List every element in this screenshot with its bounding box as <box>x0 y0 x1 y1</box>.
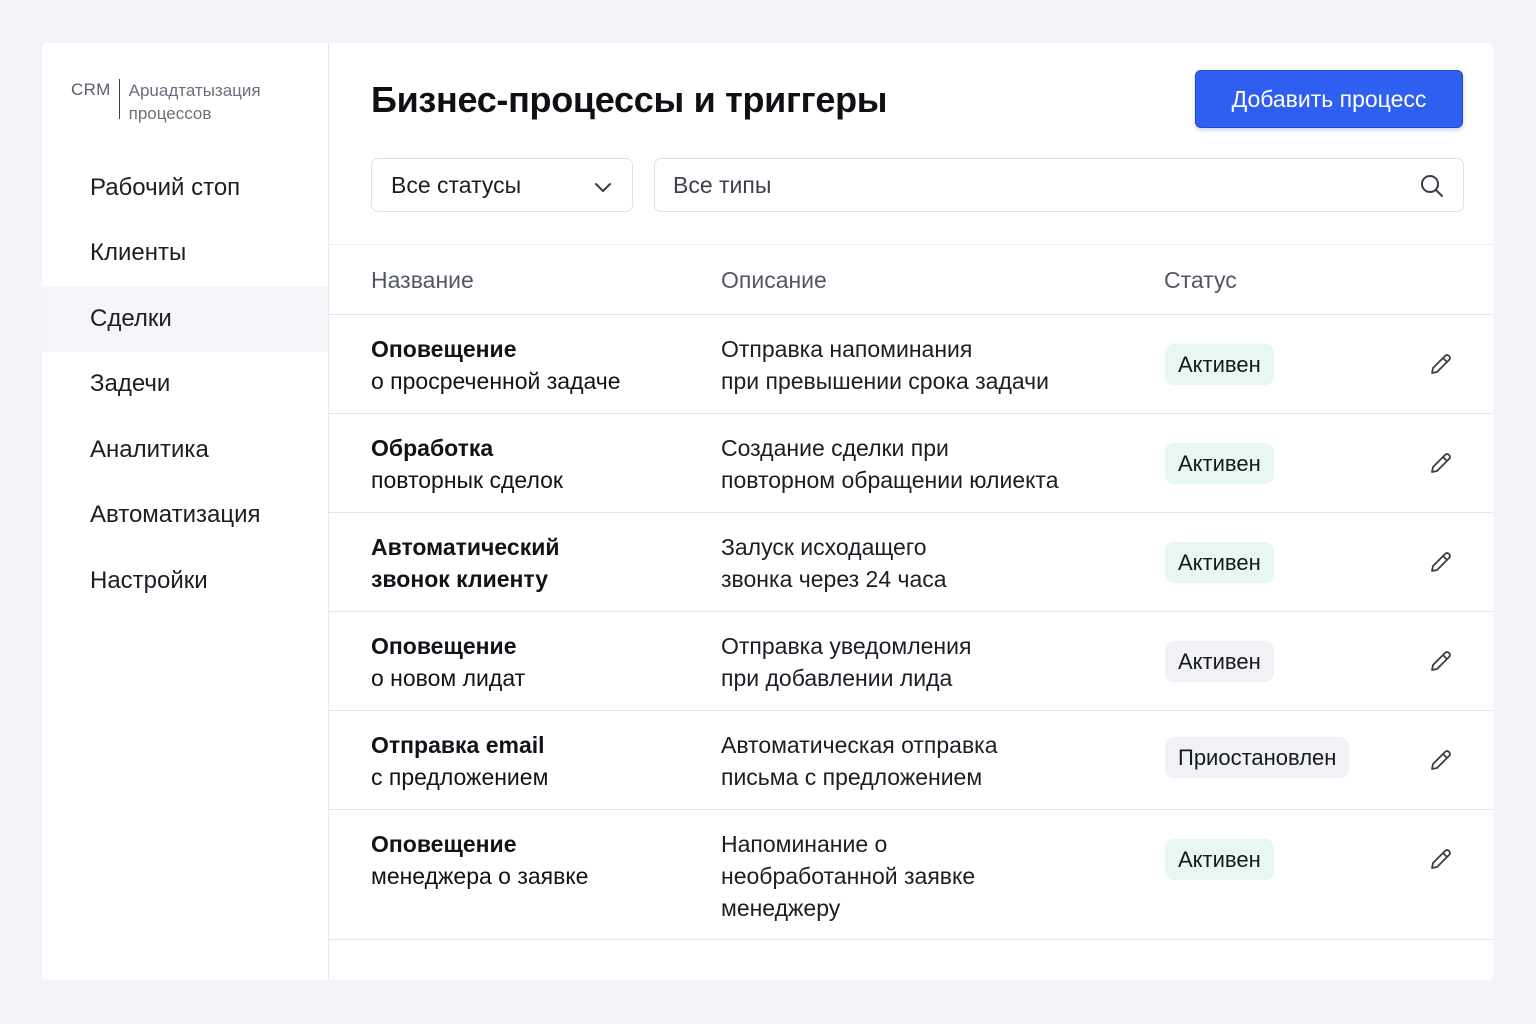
process-description-line: при добавлении лида <box>721 665 953 691</box>
process-name-line: менеджера о заявке <box>371 863 589 889</box>
sidebar-nav: Рабочий стоп Клиенты Сделки Задечи Анали… <box>42 155 328 614</box>
table-row[interactable]: Оповещение о просреченной задаче Отправк… <box>329 315 1493 414</box>
process-description-line: Напоминание о <box>721 831 888 857</box>
process-name: Автоматический звонок клиенту <box>371 531 691 595</box>
status-badge: Активен <box>1165 542 1274 583</box>
sidebar-item-tasks[interactable]: Задечи <box>42 352 328 418</box>
sidebar-item-settings[interactable]: Настройки <box>42 548 328 614</box>
status-select[interactable]: Все статусы <box>371 158 633 212</box>
brand-divider <box>118 79 120 119</box>
process-table: Название Описание Статус Оповещение о пр… <box>329 244 1493 940</box>
process-description-line: повторном обращении юлиекта <box>721 467 1059 493</box>
status-select-value: Все статусы <box>391 171 522 198</box>
table-row[interactable]: Автоматический звонок клиенту Залуск исх… <box>329 513 1493 612</box>
process-name-line: звонок клиенту <box>371 566 549 592</box>
process-description: Отправка напоминания при превышении срок… <box>721 333 1141 397</box>
process-description: Отправка уведомления при добавлении лида <box>721 630 1141 694</box>
process-name-line: Оповещение <box>371 831 517 857</box>
brand-crm: CRM <box>71 80 111 99</box>
process-name-line: Оповещение <box>371 336 517 362</box>
sidebar-item-desktop[interactable]: Рабочий стоп <box>42 155 328 221</box>
table-row[interactable]: Оповещение менеджера о заявке Напоминани… <box>329 810 1493 940</box>
process-name-line: с предложением <box>371 764 549 790</box>
page-title: Бизнес-процессы и триггеры <box>371 79 888 120</box>
pencil-icon[interactable] <box>1428 549 1454 575</box>
table-row[interactable]: Обработка повторнык сделок Создание сдел… <box>329 414 1493 513</box>
process-description-line: Залуск исходащего <box>721 534 927 560</box>
brand-subtitle-line1: Арuадтатызация <box>128 81 261 100</box>
pencil-icon[interactable] <box>1428 648 1454 674</box>
status-badge: Активен <box>1165 839 1274 880</box>
process-name-line: о новом лидат <box>371 665 526 691</box>
brand-logo: CRM Арuадтатызация процессов <box>71 79 261 125</box>
process-name-line: Оповещение <box>371 633 517 659</box>
process-name: Оповещение о новом лидат <box>371 630 691 694</box>
process-description-line: менеджеру <box>721 895 841 921</box>
type-search <box>654 158 1464 212</box>
column-header-description[interactable]: Описание <box>721 267 827 294</box>
app-window: CRM Арuадтатызация процессов Рабочий сто… <box>42 43 1493 980</box>
sidebar-item-automation[interactable]: Автоматизация <box>42 483 328 549</box>
process-description-line: звонка через 24 часа <box>721 566 947 592</box>
sidebar: CRM Арuадтатызация процессов Рабочий сто… <box>42 43 329 980</box>
pencil-icon[interactable] <box>1428 747 1454 773</box>
type-search-input[interactable] <box>673 160 1413 210</box>
sidebar-item-clients[interactable]: Клиенты <box>42 221 328 287</box>
sidebar-item-deals[interactable]: Сделки <box>42 286 328 352</box>
search-icon[interactable] <box>1419 173 1445 199</box>
process-name: Обработка повторнык сделок <box>371 432 691 496</box>
table-header: Название Описание Статус <box>329 244 1493 315</box>
process-description: Создание сделки при повторном обращении … <box>721 432 1141 496</box>
main-content: Бизнес-процессы и триггеры Добавить проц… <box>329 43 1493 980</box>
sidebar-item-analytics[interactable]: Аналитика <box>42 417 328 483</box>
table-row[interactable]: Оповещение о новом лидат Отправка уведом… <box>329 612 1493 711</box>
status-badge: Активен <box>1165 443 1274 484</box>
process-description-line: необработанной заявке <box>721 863 976 889</box>
process-description-line: Создание сделки при <box>721 435 949 461</box>
process-description-line: при превышении срока задачи <box>721 368 1050 394</box>
process-name: Оповещение менеджера о заявке <box>371 828 691 892</box>
pencil-icon[interactable] <box>1428 450 1454 476</box>
process-description: Напоминание о необработанной заявке мене… <box>721 828 1141 924</box>
process-description-line: Отправка напоминания <box>721 336 973 362</box>
column-header-status[interactable]: Статус <box>1164 267 1237 294</box>
status-badge: Активен <box>1165 641 1274 682</box>
process-name-line: Отправка email <box>371 732 545 758</box>
table-row[interactable]: Отправка email с предложением Автоматиче… <box>329 711 1493 810</box>
process-name-line: Обработка <box>371 435 494 461</box>
column-header-name[interactable]: Название <box>371 267 474 294</box>
process-description: Автоматическая отправка письма с предлож… <box>721 729 1141 793</box>
pencil-icon[interactable] <box>1428 846 1454 872</box>
process-description-line: Отправка уведомления <box>721 633 972 659</box>
process-name-line: повторнык сделок <box>371 467 563 493</box>
add-process-button[interactable]: Добавить процесс <box>1195 70 1463 128</box>
process-name: Отправка email с предложением <box>371 729 691 793</box>
process-description: Залуск исходащего звонка через 24 часа <box>721 531 1141 595</box>
brand-subtitle-line2: процессов <box>128 104 212 123</box>
process-name-line: о просреченной задаче <box>371 368 621 394</box>
process-description-line: Автоматическая отправка <box>721 732 998 758</box>
pencil-icon[interactable] <box>1428 351 1454 377</box>
brand-subtitle: Арuадтатызация процессов <box>129 79 261 125</box>
status-badge: Приостановлен <box>1165 737 1350 778</box>
process-description-line: письма с предложением <box>721 764 983 790</box>
process-name: Оповещение о просреченной задаче <box>371 333 691 397</box>
process-name-line: Автоматический <box>371 534 560 560</box>
chevron-down-icon <box>595 183 611 192</box>
status-badge: Активен <box>1165 344 1274 385</box>
